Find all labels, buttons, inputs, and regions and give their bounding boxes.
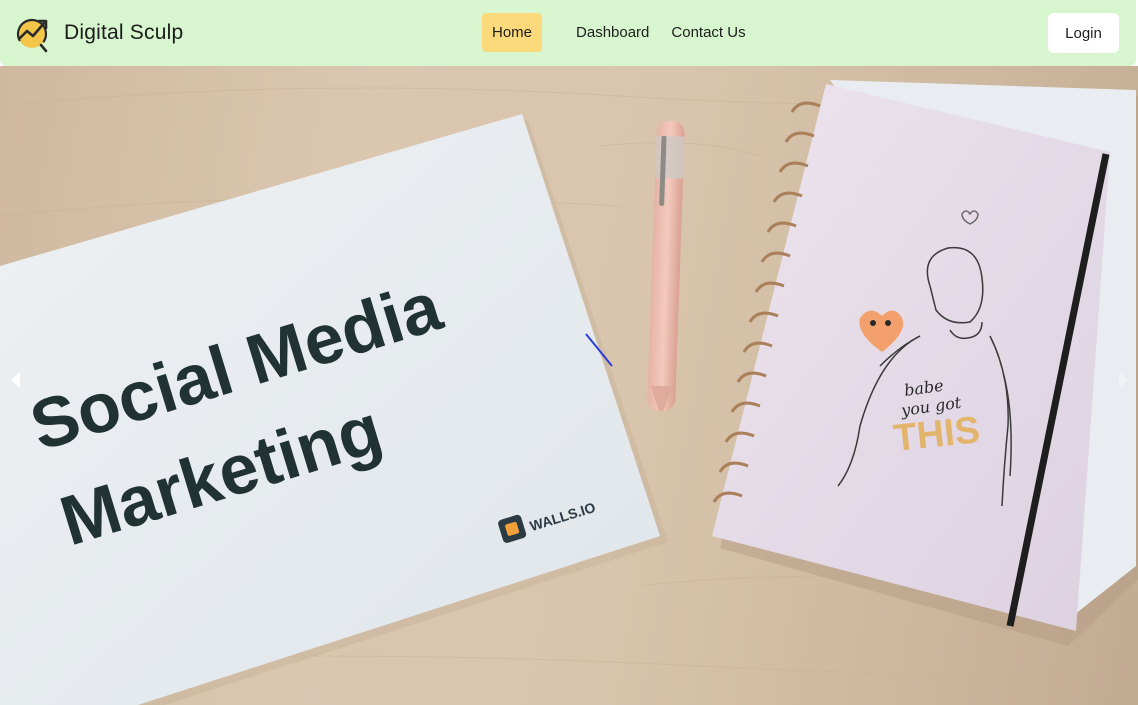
nav-link-dashboard[interactable]: Dashboard — [566, 13, 659, 52]
chevron-left-icon — [10, 372, 20, 388]
paper-sheet: Social Media Marketing WALLS.IO — [0, 114, 668, 705]
nav-links: Home Dashboard Contact Us — [482, 13, 756, 52]
hero-carousel: Social Media Marketing WALLS.IO babe you… — [0, 66, 1138, 705]
carousel-next-button[interactable] — [1108, 350, 1138, 410]
trend-chart-icon — [16, 18, 48, 53]
carousel-prev-button[interactable] — [0, 350, 30, 410]
brand-name: Digital Sculp — [64, 21, 184, 44]
login-button[interactable]: Login — [1048, 13, 1119, 53]
brand[interactable]: Digital Sculp — [12, 12, 183, 54]
hero-image: Social Media Marketing WALLS.IO babe you… — [0, 80, 1138, 705]
chevron-right-icon — [1118, 372, 1128, 388]
notebook-text-this: THIS — [892, 409, 982, 460]
navbar: Digital Sculp Home Dashboard Contact Us … — [0, 0, 1136, 66]
nav-link-home[interactable]: Home — [482, 13, 543, 52]
notebook: babe you got THIS — [712, 80, 1138, 646]
pink-pen — [647, 121, 685, 412]
nav-link-contact-us[interactable]: Contact Us — [661, 13, 755, 52]
